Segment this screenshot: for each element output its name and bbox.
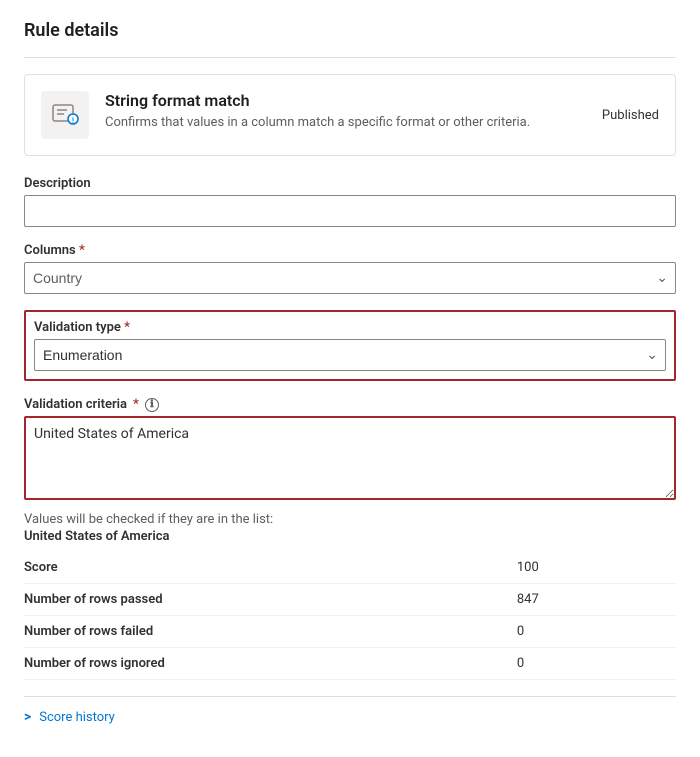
score-history-label: Score history bbox=[39, 710, 115, 725]
check-info: Values will be checked if they are in th… bbox=[24, 512, 676, 544]
validation-criteria-required: * bbox=[133, 397, 139, 412]
validation-type-label: Validation type * bbox=[34, 320, 666, 335]
columns-select-wrapper: Country ⌄ bbox=[24, 262, 676, 294]
table-row: Number of rows ignored 0 bbox=[24, 648, 676, 680]
rule-name: String format match bbox=[105, 91, 586, 110]
stat-label: Number of rows passed bbox=[24, 584, 477, 616]
table-row: Score 100 bbox=[24, 552, 676, 584]
stat-label: Number of rows failed bbox=[24, 616, 477, 648]
rule-icon-container: ! bbox=[41, 91, 89, 139]
stat-value: 0 bbox=[477, 648, 676, 680]
columns-select[interactable]: Country bbox=[24, 262, 676, 294]
description-label: Description bbox=[24, 176, 676, 191]
validation-criteria-label-row: Validation criteria * ℹ bbox=[24, 397, 676, 412]
validation-type-select[interactable]: Enumeration bbox=[34, 339, 666, 371]
score-history-chevron-icon: > bbox=[24, 709, 31, 725]
check-info-value: United States of America bbox=[24, 529, 676, 544]
rule-description: Confirms that values in a column match a… bbox=[105, 114, 586, 132]
page-title: Rule details bbox=[24, 20, 676, 41]
validation-type-group: Validation type * Enumeration ⌄ bbox=[24, 310, 676, 381]
columns-label: Columns * bbox=[24, 243, 676, 258]
rule-info: String format match Confirms that values… bbox=[105, 91, 586, 132]
validation-criteria-textarea[interactable]: United States of America bbox=[26, 418, 674, 498]
stat-label: Number of rows ignored bbox=[24, 648, 477, 680]
table-row: Number of rows passed 847 bbox=[24, 584, 676, 616]
check-info-text: Values will be checked if they are in th… bbox=[24, 512, 676, 527]
rule-card: ! String format match Confirms that valu… bbox=[24, 74, 676, 156]
stat-label: Score bbox=[24, 552, 477, 584]
rule-status: Published bbox=[602, 108, 659, 123]
columns-required: * bbox=[79, 243, 85, 258]
stat-value: 100 bbox=[477, 552, 676, 584]
svg-text:!: ! bbox=[72, 117, 74, 125]
title-divider bbox=[24, 57, 676, 58]
page-container: Rule details ! String format match Confi… bbox=[0, 0, 700, 757]
validation-criteria-group: Validation criteria * ℹ United States of… bbox=[24, 397, 676, 500]
stats-table: Score 100 Number of rows passed 847 Numb… bbox=[24, 552, 676, 680]
description-input[interactable] bbox=[24, 195, 676, 227]
stat-value: 847 bbox=[477, 584, 676, 616]
string-format-icon: ! bbox=[51, 101, 79, 129]
validation-type-required: * bbox=[124, 320, 130, 335]
columns-field-group: Columns * Country ⌄ bbox=[24, 243, 676, 294]
validation-criteria-info-icon[interactable]: ℹ bbox=[145, 398, 159, 412]
description-field-group: Description bbox=[24, 176, 676, 227]
validation-type-select-wrapper: Enumeration ⌄ bbox=[34, 339, 666, 371]
table-row: Number of rows failed 0 bbox=[24, 616, 676, 648]
stat-value: 0 bbox=[477, 616, 676, 648]
criteria-textarea-wrapper: United States of America bbox=[24, 416, 676, 500]
